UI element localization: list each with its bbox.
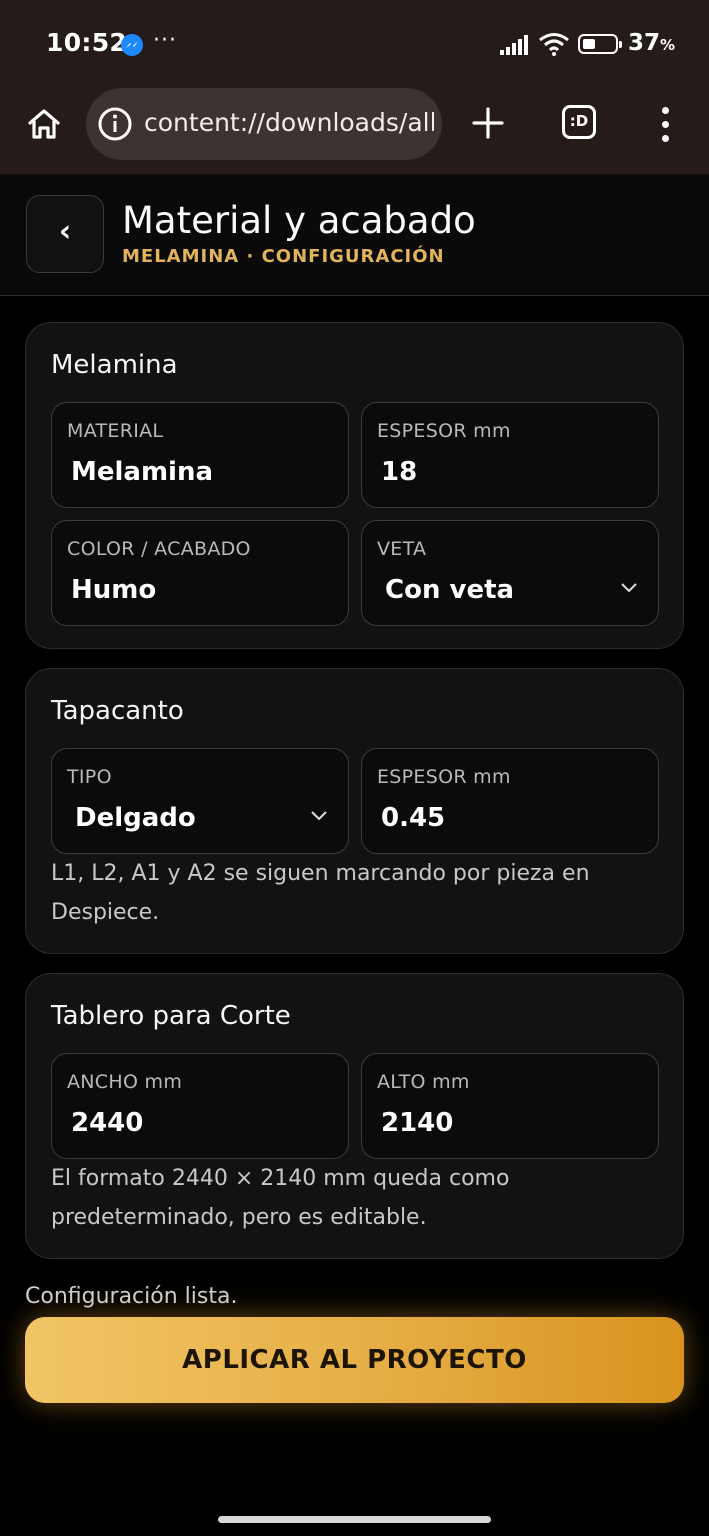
ancho-field[interactable]: ANCHO mm 2440 — [51, 1053, 349, 1159]
field-label: ESPESOR mm — [377, 420, 511, 442]
battery-icon — [578, 34, 622, 54]
field-label: ESPESOR mm — [377, 766, 511, 788]
address-bar[interactable]: content://downloads/all_ — [86, 88, 442, 160]
back-button[interactable]: ‹ — [26, 195, 104, 273]
apply-button[interactable]: APLICAR AL PROYECTO — [25, 1317, 684, 1403]
tabs-button[interactable]: :D — [562, 105, 596, 139]
veta-select[interactable]: VETA Con veta — [361, 520, 659, 626]
field-label: ALTO mm — [377, 1071, 470, 1093]
wifi-icon — [539, 33, 569, 56]
status-time: 10:52 — [46, 28, 128, 57]
status-message: Configuración lista. — [25, 1284, 238, 1309]
field-value[interactable]: 18 — [381, 457, 417, 487]
field-value[interactable]: 2140 — [381, 1108, 453, 1138]
info-icon[interactable] — [98, 107, 132, 141]
field-value[interactable]: Melamina — [71, 457, 213, 487]
new-tab-icon[interactable] — [470, 105, 506, 141]
page-title: Material y acabado — [122, 199, 476, 242]
espesor-field[interactable]: ESPESOR mm 18 — [361, 402, 659, 508]
tapacanto-card: Tapacanto TIPO Delgado ESPESOR mm 0.45 L… — [25, 668, 684, 954]
tipo-select[interactable]: TIPO Delgado — [51, 748, 349, 854]
chevron-down-icon — [621, 583, 637, 593]
melamina-card: Melamina MATERIAL Melamina ESPESOR mm 18… — [25, 322, 684, 649]
field-value[interactable]: Delgado — [75, 803, 196, 833]
field-label: COLOR / ACABADO — [67, 538, 251, 560]
more-notifications-icon: ··· — [153, 28, 177, 53]
color-field[interactable]: COLOR / ACABADO Humo — [51, 520, 349, 626]
tablero-note: El formato 2440 × 2140 mm queda como pre… — [51, 1166, 510, 1230]
field-label: MATERIAL — [67, 420, 164, 442]
page-content: ‹ Material y acabado MELAMINA · CONFIGUR… — [0, 174, 709, 1508]
menu-icon[interactable] — [652, 104, 678, 144]
page-subtitle: MELAMINA · CONFIGURACIÓN — [122, 246, 445, 267]
field-value[interactable]: 0.45 — [381, 803, 445, 833]
field-value[interactable]: Humo — [71, 575, 156, 605]
page-header: ‹ Material y acabado MELAMINA · CONFIGUR… — [0, 174, 709, 296]
gesture-handle[interactable] — [218, 1516, 491, 1523]
apply-button-label: APLICAR AL PROYECTO — [182, 1345, 527, 1375]
signal-icon — [500, 35, 528, 55]
field-value[interactable]: Con veta — [385, 575, 514, 605]
tabs-label: :D — [569, 112, 589, 130]
field-value[interactable]: 2440 — [71, 1108, 143, 1138]
status-bar: 10:52 ··· 37% — [0, 0, 709, 88]
chevron-down-icon — [311, 811, 327, 821]
system-nav-bar — [0, 1508, 709, 1536]
home-icon[interactable] — [26, 106, 62, 142]
tapacanto-note: L1, L2, A1 y A2 se siguen marcando por p… — [51, 861, 590, 925]
messenger-icon — [121, 34, 143, 56]
card-title: Tapacanto — [51, 696, 184, 726]
alto-field[interactable]: ALTO mm 2140 — [361, 1053, 659, 1159]
browser-toolbar: content://downloads/all_ :D — [0, 88, 709, 174]
card-title: Melamina — [51, 350, 178, 380]
field-label: ANCHO mm — [67, 1071, 183, 1093]
tablero-card: Tablero para Corte ANCHO mm 2440 ALTO mm… — [25, 973, 684, 1259]
back-icon: ‹ — [58, 214, 72, 249]
card-title: Tablero para Corte — [51, 1001, 291, 1031]
field-label: VETA — [377, 538, 427, 560]
material-field[interactable]: MATERIAL Melamina — [51, 402, 349, 508]
battery-percent: 37% — [628, 30, 676, 56]
url-text[interactable]: content://downloads/all_ — [144, 108, 434, 137]
tapacanto-espesor-field[interactable]: ESPESOR mm 0.45 — [361, 748, 659, 854]
field-label: TIPO — [67, 766, 112, 788]
